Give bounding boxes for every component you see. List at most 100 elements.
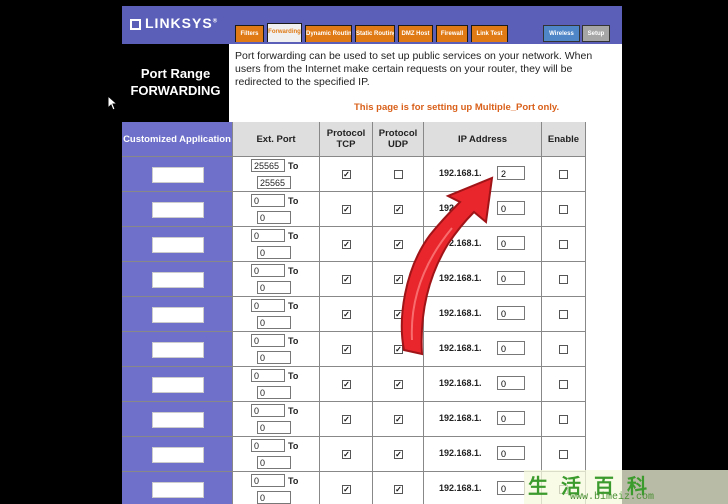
tab-filters[interactable]: Filters (235, 25, 264, 42)
tcp-checkbox[interactable]: ✓ (342, 275, 351, 284)
ip-prefix-label: 192.168.1. (439, 273, 482, 283)
udp-checkbox[interactable]: ✓ (394, 415, 403, 424)
udp-checkbox[interactable]: ✓ (394, 380, 403, 389)
application-name-input[interactable] (152, 412, 204, 428)
start-port-input[interactable]: 0 (251, 299, 285, 312)
enable-checkbox[interactable] (559, 310, 568, 319)
udp-checkbox[interactable]: ✓ (394, 205, 403, 214)
udp-checkbox[interactable]: ✓ (394, 345, 403, 354)
enable-cell (542, 332, 586, 367)
end-port-input[interactable]: 0 (257, 281, 291, 294)
ip-cell: 192.168.1. 0 (424, 332, 542, 367)
tcp-checkbox[interactable]: ✓ (342, 380, 351, 389)
logo-mark-icon (130, 19, 141, 30)
enable-checkbox[interactable] (559, 205, 568, 214)
udp-checkbox[interactable]: ✓ (394, 275, 403, 284)
tcp-checkbox[interactable]: ✓ (342, 345, 351, 354)
application-name-input[interactable] (152, 237, 204, 253)
ip-prefix-label: 192.168.1. (439, 168, 482, 178)
ext-port-cell: 0 To 0 (233, 227, 320, 262)
udp-checkbox[interactable]: ✓ (394, 485, 403, 494)
ip-last-octet-input[interactable]: 0 (497, 341, 525, 355)
end-port-input[interactable]: 0 (257, 246, 291, 259)
tab-setup[interactable]: Setup (582, 25, 610, 42)
end-port-input[interactable]: 0 (257, 386, 291, 399)
ip-last-octet-input[interactable]: 0 (497, 271, 525, 285)
watermark-url: www.bimeiz.com (570, 492, 655, 503)
start-port-input[interactable]: 0 (251, 264, 285, 277)
enable-checkbox[interactable] (559, 450, 568, 459)
ip-last-octet-input[interactable]: 0 (497, 201, 525, 215)
end-port-input[interactable]: 0 (257, 456, 291, 469)
tab-dmz-host[interactable]: DMZ Host (398, 25, 433, 42)
end-port-input[interactable]: 0 (257, 211, 291, 224)
enable-checkbox[interactable] (559, 345, 568, 354)
ip-last-octet-input[interactable]: 0 (497, 481, 525, 495)
ip-last-octet-input[interactable]: 0 (497, 306, 525, 320)
enable-checkbox[interactable] (559, 170, 568, 179)
ip-prefix-label: 192.168.1. (439, 378, 482, 388)
enable-checkbox[interactable] (559, 275, 568, 284)
enable-cell (542, 367, 586, 402)
application-name-input[interactable] (152, 447, 204, 463)
start-port-input[interactable]: 0 (251, 334, 285, 347)
ip-last-octet-input[interactable]: 0 (497, 376, 525, 390)
tcp-checkbox[interactable]: ✓ (342, 310, 351, 319)
end-port-input[interactable]: 0 (257, 491, 291, 504)
ip-cell: 192.168.1. 0 (424, 262, 542, 297)
udp-cell: ✓ (373, 472, 424, 504)
header-tcp: Protocol TCP (320, 122, 373, 157)
udp-checkbox[interactable] (394, 170, 403, 179)
application-name-input[interactable] (152, 202, 204, 218)
header-ext-port: Ext. Port (233, 122, 320, 157)
udp-checkbox[interactable]: ✓ (394, 240, 403, 249)
start-port-input[interactable]: 0 (251, 194, 285, 207)
application-name-input[interactable] (152, 307, 204, 323)
tab-dynamic-routing[interactable]: Dynamic Routing (305, 25, 352, 42)
tcp-checkbox[interactable]: ✓ (342, 240, 351, 249)
end-port-input[interactable]: 0 (257, 316, 291, 329)
tcp-checkbox[interactable]: ✓ (342, 415, 351, 424)
application-name-input[interactable] (152, 272, 204, 288)
application-cell (122, 227, 233, 262)
tcp-checkbox[interactable]: ✓ (342, 170, 351, 179)
start-port-input[interactable]: 25565 (251, 159, 285, 172)
to-label: To (288, 196, 299, 206)
start-port-input[interactable]: 0 (251, 369, 285, 382)
end-port-input[interactable]: 25565 (257, 176, 291, 189)
ip-last-octet-input[interactable]: 0 (497, 411, 525, 425)
tcp-checkbox[interactable]: ✓ (342, 205, 351, 214)
application-name-input[interactable] (152, 342, 204, 358)
end-port-input[interactable]: 0 (257, 421, 291, 434)
tcp-checkbox[interactable]: ✓ (342, 450, 351, 459)
page-description: Port forwarding can be used to set up pu… (235, 50, 593, 88)
to-label: To (288, 301, 299, 311)
enable-checkbox[interactable] (559, 240, 568, 249)
tab-firewall[interactable]: Firewall (436, 25, 468, 42)
enable-checkbox[interactable] (559, 380, 568, 389)
udp-checkbox[interactable]: ✓ (394, 310, 403, 319)
application-name-input[interactable] (152, 167, 204, 183)
ip-cell: 192.168.1. 0 (424, 367, 542, 402)
to-label: To (288, 336, 299, 346)
tcp-cell: ✓ (320, 437, 373, 472)
tab-forwarding[interactable]: Forwarding (267, 23, 302, 42)
tcp-checkbox[interactable]: ✓ (342, 485, 351, 494)
application-cell (122, 332, 233, 367)
start-port-input[interactable]: 0 (251, 474, 285, 487)
application-name-input[interactable] (152, 482, 204, 498)
application-name-input[interactable] (152, 377, 204, 393)
ip-last-octet-input[interactable]: 0 (497, 446, 525, 460)
end-port-input[interactable]: 0 (257, 351, 291, 364)
tab-static-routing[interactable]: Static Routing (355, 25, 395, 42)
start-port-input[interactable]: 0 (251, 439, 285, 452)
tab-wireless[interactable]: Wireless (543, 25, 580, 42)
start-port-input[interactable]: 0 (251, 229, 285, 242)
ip-last-octet-input[interactable]: 0 (497, 236, 525, 250)
enable-checkbox[interactable] (559, 415, 568, 424)
ip-cell: 192.168.1. 0 (424, 192, 542, 227)
tab-link-test[interactable]: Link Test (471, 25, 508, 42)
ip-last-octet-input[interactable]: 2 (497, 166, 525, 180)
start-port-input[interactable]: 0 (251, 404, 285, 417)
udp-checkbox[interactable]: ✓ (394, 450, 403, 459)
